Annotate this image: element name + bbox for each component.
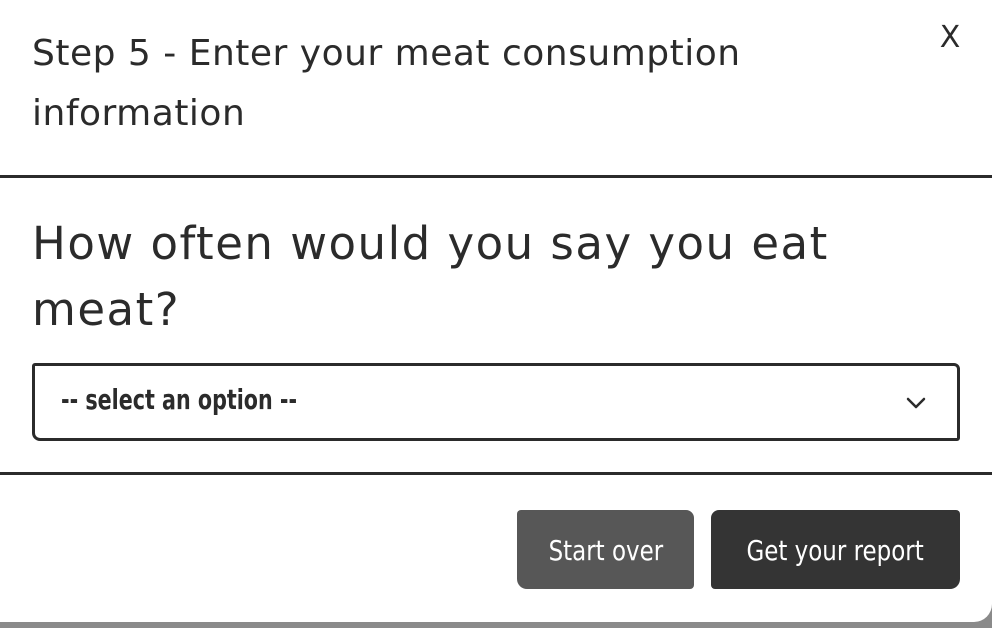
start-over-button[interactable]: Start over <box>517 510 694 589</box>
meat-frequency-select[interactable]: -- select an option -- <box>32 363 960 441</box>
modal-footer: Start over Get your report <box>0 478 992 622</box>
modal-dialog: Step 5 - Enter your meat consumption inf… <box>0 0 992 622</box>
get-report-button[interactable]: Get your report <box>711 510 960 589</box>
modal-header: Step 5 - Enter your meat consumption inf… <box>0 0 992 178</box>
question-heading: How often would you say you eat meat? <box>32 217 829 336</box>
modal-title: Step 5 - Enter your meat consumption inf… <box>32 33 741 134</box>
select-value: -- select an option -- <box>61 383 298 416</box>
close-button[interactable]: X <box>938 18 962 58</box>
start-over-label: Start over <box>548 534 663 567</box>
modal-body: How often would you say you eat meat? --… <box>0 181 992 475</box>
chevron-down-icon <box>906 397 926 409</box>
get-report-label: Get your report <box>746 534 925 567</box>
